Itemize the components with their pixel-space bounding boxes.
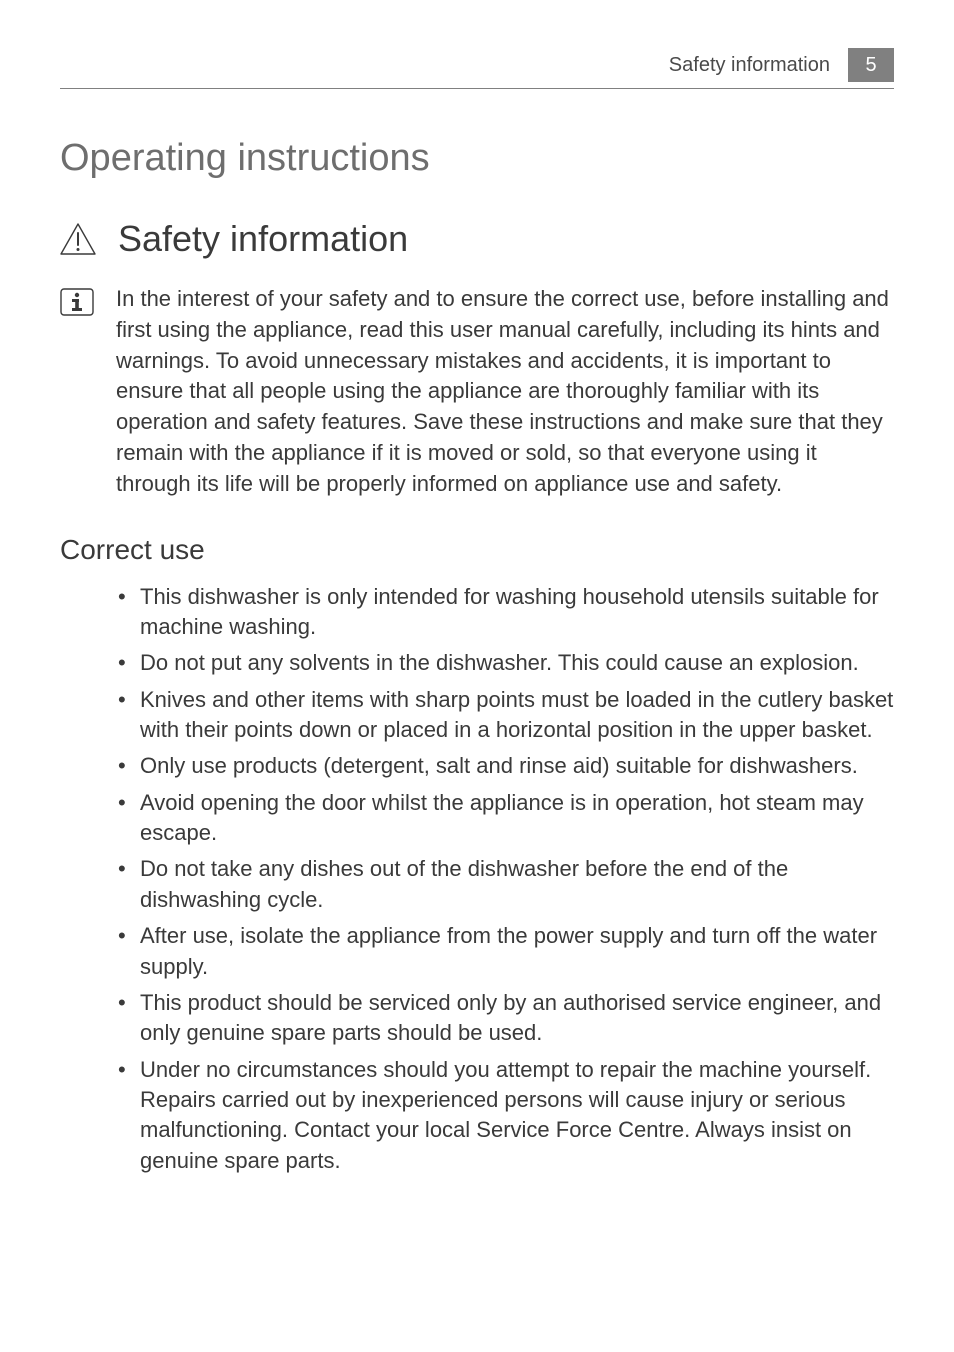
warning-icon [60, 223, 96, 255]
info-paragraph: In the interest of your safety and to en… [116, 284, 894, 500]
page-number-box: 5 [848, 48, 894, 82]
manual-page: Safety information 5 Operating instructi… [0, 0, 954, 1242]
correct-use-list: This dishwasher is only intended for was… [60, 582, 894, 1176]
list-item: Only use products (detergent, salt and r… [118, 751, 894, 781]
list-item: This product should be serviced only by … [118, 988, 894, 1049]
info-icon [60, 288, 94, 316]
safety-heading-row: Safety information [60, 218, 894, 260]
list-item: Do not put any solvents in the dishwashe… [118, 648, 894, 678]
header-section-label: Safety information [669, 54, 830, 77]
list-item: Avoid opening the door whilst the applia… [118, 788, 894, 849]
header-rule [60, 88, 894, 89]
safety-heading: Safety information [118, 218, 408, 260]
page-number: 5 [865, 54, 876, 77]
chapter-title: Operating instructions [60, 137, 894, 180]
info-block: In the interest of your safety and to en… [60, 284, 894, 500]
correct-use-heading: Correct use [60, 534, 894, 566]
list-item: After use, isolate the appliance from th… [118, 921, 894, 982]
page-header: Safety information 5 [60, 48, 894, 82]
list-item: Do not take any dishes out of the dishwa… [118, 854, 894, 915]
list-item: Knives and other items with sharp points… [118, 685, 894, 746]
list-item: Under no circumstances should you attemp… [118, 1055, 894, 1176]
list-item: This dishwasher is only intended for was… [118, 582, 894, 643]
